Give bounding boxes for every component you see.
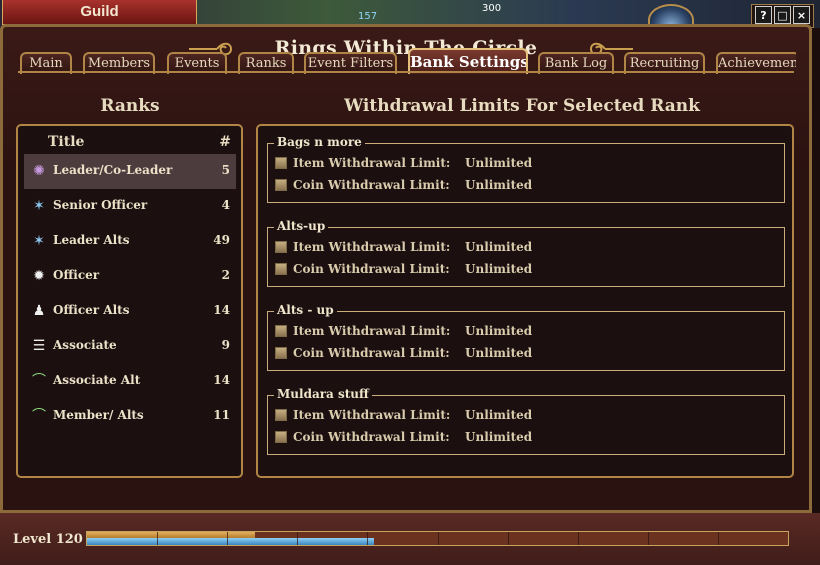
bank-group-title: Bags n more (274, 135, 365, 149)
rank-row[interactable]: ⌒ Associate Alt 14 (24, 364, 236, 399)
rank-name: Associate Alt (53, 373, 141, 387)
coin-withdrawal-label: Coin Withdrawal Limit: (293, 346, 450, 360)
item-withdrawal-checkbox[interactable] (275, 409, 287, 421)
coin-withdrawal-checkbox[interactable] (275, 179, 287, 191)
experience-segment-tick (717, 532, 719, 545)
rank-member-count: 5 (221, 163, 230, 177)
coin-withdrawal-checkbox[interactable] (275, 347, 287, 359)
level-label: Level 120 (13, 532, 83, 547)
hud-number: 300 (482, 3, 502, 14)
help-button[interactable]: ? (755, 6, 772, 24)
close-button[interactable]: × (793, 6, 810, 24)
level-bar: Level 120 (0, 513, 820, 565)
officer-alts-rank-icon: ♟ (32, 303, 46, 319)
hud-number: 157 (358, 11, 378, 22)
rank-name: Associate (53, 338, 117, 352)
column-header-count[interactable]: # (219, 134, 231, 150)
tab-underline (18, 71, 794, 73)
associate-rank-icon: ☰ (32, 338, 46, 354)
bank-group-box: Alts-up Item Withdrawal Limit: Unlimited Co… (267, 219, 785, 287)
coin-withdrawal-value: Unlimited (465, 262, 533, 276)
senior-officer-rank-icon: ✶ (33, 198, 45, 214)
leader-rank-icon: ✺ (33, 163, 45, 179)
coin-withdrawal-checkbox[interactable] (275, 431, 287, 443)
bank-group-box: Muldara stuff Item Withdrawal Limit: Unlim… (267, 387, 785, 455)
officer-rank-icon: ✹ (33, 268, 45, 284)
rank-name: Leader/Co-Leader (53, 163, 173, 177)
coin-withdrawal-label: Coin Withdrawal Limit: (293, 430, 450, 444)
rank-row[interactable]: ♟ Officer Alts 14 (24, 294, 236, 329)
experience-segment-tick (367, 532, 369, 545)
experience-segment-tick (227, 532, 229, 545)
rank-member-count: 2 (221, 268, 230, 282)
rank-row[interactable]: ✺ Leader/Co-Leader 5 (24, 154, 236, 189)
ranks-heading: Ranks (100, 96, 160, 116)
item-withdrawal-value: Unlimited (465, 324, 533, 338)
rank-name: Leader Alts (53, 233, 130, 247)
item-withdrawal-value: Unlimited (465, 408, 533, 422)
limits-heading: Withdrawal Limits For Selected Rank (344, 96, 700, 116)
bank-group-title: Alts-up (274, 219, 329, 233)
guild-window-tab[interactable]: Guild (2, 0, 197, 25)
bank-group-title: Muldara stuff (274, 387, 372, 401)
rank-member-count: 11 (213, 408, 230, 422)
coin-withdrawal-value: Unlimited (465, 178, 533, 192)
rank-member-count: 14 (213, 303, 230, 317)
item-withdrawal-label: Item Withdrawal Limit: (293, 240, 451, 254)
experience-segment-tick (437, 532, 439, 545)
bank-group-box: Alts - up Item Withdrawal Limit: Unlimited… (267, 303, 785, 371)
rank-name: Member/ Alts (53, 408, 144, 422)
rank-row[interactable]: ✶ Leader Alts 49 (24, 224, 236, 259)
experience-fill-blue (87, 538, 375, 545)
ranks-list-panel: Title # ✺ Leader/Co-Leader 5 ✶ Senior Office… (16, 124, 243, 478)
item-withdrawal-checkbox[interactable] (275, 157, 287, 169)
item-withdrawal-value: Unlimited (465, 156, 533, 170)
coin-withdrawal-checkbox[interactable] (275, 263, 287, 275)
experience-segment-tick (577, 532, 579, 545)
rank-member-count: 9 (221, 338, 230, 352)
bank-group-box: Bags n more Item Withdrawal Limit: Unlimit… (267, 135, 785, 203)
rank-row[interactable]: ☰ Associate 9 (24, 329, 236, 364)
rank-row[interactable]: ✶ Senior Officer 4 (24, 189, 236, 224)
rank-member-count: 4 (221, 198, 230, 212)
rank-name: Officer (53, 268, 100, 282)
experience-segment-tick (507, 532, 509, 545)
coin-withdrawal-label: Coin Withdrawal Limit: (293, 178, 450, 192)
experience-bar (86, 531, 789, 546)
item-withdrawal-checkbox[interactable] (275, 325, 287, 337)
rank-member-count: 14 (213, 373, 230, 387)
item-withdrawal-label: Item Withdrawal Limit: (293, 156, 451, 170)
column-header-title[interactable]: Title (48, 134, 84, 150)
rank-name: Officer Alts (53, 303, 130, 317)
coin-withdrawal-value: Unlimited (465, 430, 533, 444)
coin-withdrawal-label: Coin Withdrawal Limit: (293, 262, 450, 276)
rank-member-count: 49 (213, 233, 230, 247)
item-withdrawal-value: Unlimited (465, 240, 533, 254)
minimize-button[interactable]: □ (774, 6, 791, 24)
rank-row[interactable]: ✹ Officer 2 (24, 259, 236, 294)
item-withdrawal-label: Item Withdrawal Limit: (293, 324, 451, 338)
rank-row[interactable]: ⌒ Member/ Alts 11 (24, 399, 236, 434)
item-withdrawal-checkbox[interactable] (275, 241, 287, 253)
rank-name: Senior Officer (53, 198, 148, 212)
coin-withdrawal-value: Unlimited (465, 346, 533, 360)
experience-segment-tick (647, 532, 649, 545)
associate-alt-rank-icon: ⌒ (32, 373, 46, 389)
experience-segment-tick (157, 532, 159, 545)
member-alts-rank-icon: ⌒ (32, 408, 46, 424)
withdrawal-limits-panel: Bags n more Item Withdrawal Limit: Unlimit… (256, 124, 794, 478)
experience-segment-tick (297, 532, 299, 545)
leader-alts-rank-icon: ✶ (33, 233, 45, 249)
item-withdrawal-label: Item Withdrawal Limit: (293, 408, 451, 422)
bank-group-title: Alts - up (274, 303, 337, 317)
